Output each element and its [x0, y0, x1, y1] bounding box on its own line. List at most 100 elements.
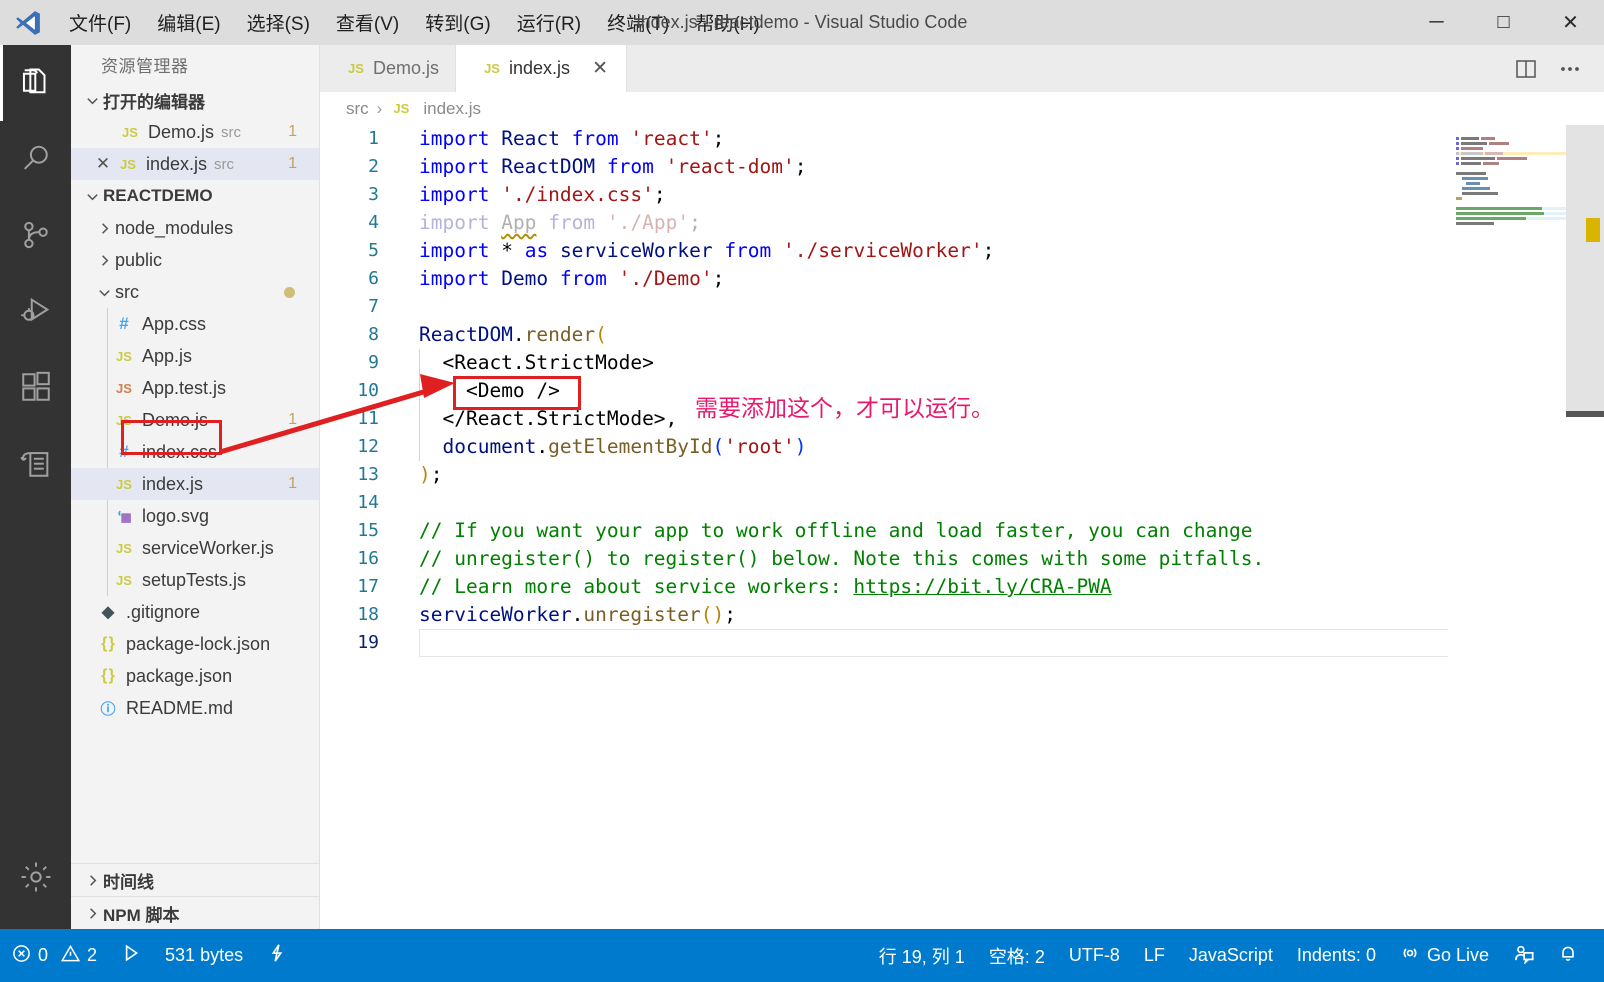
manage-settings-gear-icon[interactable] [0, 839, 71, 915]
tree-item-app-css[interactable]: # App.css [71, 308, 319, 340]
line-text[interactable] [395, 293, 431, 321]
menu-bar[interactable]: 文件(F) 编辑(E) 选择(S) 查看(V) 转到(G) 运行(R) 终端(T… [56, 0, 773, 45]
status-run-button[interactable] [109, 929, 153, 982]
line-text[interactable]: serviceWorker.unregister(); [395, 601, 736, 629]
close-button[interactable]: ✕ [1537, 0, 1604, 45]
code-editor[interactable]: 1 import React from 'react'; 2 import Reac… [320, 125, 1604, 929]
tree-item-gitignore[interactable]: ◆ .gitignore [71, 596, 319, 628]
more-actions-icon[interactable] [1550, 49, 1590, 89]
line-text[interactable]: import ReactDOM from 'react-dom'; [395, 153, 806, 181]
status-encoding[interactable]: UTF-8 [1057, 929, 1132, 982]
tree-item-index-js[interactable]: JS index.js 1 [71, 468, 319, 500]
tree-item-node-modules[interactable]: node_modules [71, 212, 319, 244]
maximize-button[interactable]: □ [1470, 0, 1537, 45]
run-and-debug-icon[interactable] [0, 273, 71, 349]
line-text[interactable]: <React.StrictMode> [395, 349, 654, 377]
line-text[interactable]: // unregister() to register() below. Not… [395, 545, 1264, 573]
window-controls[interactable]: ─ □ ✕ [1403, 0, 1604, 45]
open-editor-index-js[interactable]: ✕ JS index.js src 1 [71, 148, 319, 180]
menu-terminal[interactable]: 终端(T) [594, 0, 682, 45]
scrollbar-thumb[interactable] [1566, 125, 1604, 415]
tree-item-app-js[interactable]: JS App.js [71, 340, 319, 372]
close-icon[interactable]: ✕ [590, 57, 610, 80]
tree-item-app-test-js[interactable]: JS App.test.js [71, 372, 319, 404]
minimize-button[interactable]: ─ [1403, 0, 1470, 45]
menu-go[interactable]: 转到(G) [412, 0, 503, 45]
line-text[interactable]: import * as serviceWorker from './servic… [395, 237, 994, 265]
menu-selection[interactable]: 选择(S) [234, 0, 323, 45]
line-text[interactable]: ReactDOM.render( [395, 321, 607, 349]
line-text[interactable]: import Demo from './Demo'; [395, 265, 724, 293]
tree-item-logo-svg[interactable]: logo.svg [71, 500, 319, 532]
remote-explorer-icon[interactable] [0, 425, 71, 501]
status-feedback[interactable] [1501, 929, 1546, 982]
menu-help[interactable]: 帮助(H) [682, 0, 772, 45]
tree-item-src[interactable]: src [71, 276, 319, 308]
code-line: 5 import * as serviceWorker from './servi… [320, 237, 1604, 265]
line-number: 15 [357, 520, 379, 541]
menu-run[interactable]: 运行(R) [504, 0, 594, 45]
line-text[interactable]: <Demo /> [395, 377, 560, 405]
line-text[interactable]: // Learn more about service workers: htt… [395, 573, 1112, 601]
line-text[interactable]: document.getElementById('root') [395, 433, 806, 461]
tree-item-readme-md[interactable]: ⓘ README.md [71, 692, 319, 724]
line-text[interactable]: import React from 'react'; [395, 125, 724, 153]
line-text-unused[interactable]: import App from './App'; [395, 209, 701, 237]
status-eol[interactable]: LF [1132, 929, 1177, 982]
breadcrumb-folder[interactable]: src [346, 99, 369, 119]
menu-edit[interactable]: 编辑(E) [144, 0, 233, 45]
status-cursor-position[interactable]: 行 19, 列 1 [867, 929, 977, 982]
tree-item-serviceworker-js[interactable]: JS serviceWorker.js [71, 532, 319, 564]
status-lightning[interactable] [255, 929, 299, 982]
sidebar-section-open-editors[interactable]: 打开的编辑器 [71, 84, 319, 116]
tree-item-public[interactable]: public [71, 244, 319, 276]
minimap[interactable] [1448, 125, 1566, 929]
line-text[interactable]: </React.StrictMode>, [395, 405, 677, 433]
breadcrumb[interactable]: src › JS index.js [320, 92, 1604, 125]
activity-bar [0, 45, 71, 929]
comment-link[interactable]: https://bit.ly/CRA-PWA [853, 575, 1111, 598]
status-language-mode[interactable]: JavaScript [1177, 929, 1285, 982]
line-text[interactable]: // If you want your app to work offline … [395, 517, 1253, 545]
tree-item-setuptests-js[interactable]: JS setupTests.js [71, 564, 319, 596]
line-number: 8 [368, 324, 379, 345]
split-editor-icon[interactable] [1506, 49, 1546, 89]
sidebar-section-reactdemo[interactable]: REACTDEMO [71, 180, 319, 212]
status-problems[interactable]: 0 2 [0, 929, 109, 982]
tab-index-js[interactable]: JS index.js ✕ [456, 45, 628, 92]
editor-scrollbar[interactable] [1566, 125, 1604, 929]
code-line: 8 ReactDOM.render( [320, 321, 1604, 349]
tree-item-index-css[interactable]: # index.css [71, 436, 319, 468]
line-text[interactable]: import './index.css'; [395, 181, 666, 209]
tree-item-package-json[interactable]: { } package.json [71, 660, 319, 692]
tree-item-package-lock-json[interactable]: { } package-lock.json [71, 628, 319, 660]
json-file-icon: { } [101, 635, 115, 652]
extensions-icon[interactable] [0, 349, 71, 425]
open-editor-demo-js[interactable]: JS Demo.js src 1 [71, 116, 319, 148]
tree-item-label: App.js [142, 345, 193, 366]
status-indents[interactable]: Indents: 0 [1285, 929, 1388, 982]
line-text[interactable]: ); [395, 461, 443, 489]
menu-view[interactable]: 查看(V) [323, 0, 412, 45]
code-line: 4 import App from './App'; [320, 209, 1604, 237]
search-icon[interactable] [0, 121, 71, 197]
status-notifications[interactable] [1546, 929, 1590, 982]
tree-item-demo-js[interactable]: JS Demo.js 1 [71, 404, 319, 436]
sidebar-section-npm-scripts[interactable]: NPM 脚本 [71, 896, 319, 929]
modified-indicator-icon [284, 286, 295, 298]
menu-file[interactable]: 文件(F) [56, 0, 144, 45]
breadcrumb-file[interactable]: index.js [423, 99, 481, 119]
status-go-live[interactable]: Go Live [1388, 929, 1501, 982]
line-text[interactable] [395, 489, 431, 517]
tab-demo-js[interactable]: JS Demo.js [320, 45, 457, 92]
status-indentation[interactable]: 空格: 2 [977, 929, 1057, 982]
close-icon[interactable]: ✕ [91, 154, 115, 174]
tree-item-label: .gitignore [126, 601, 201, 622]
explorer-sidebar: 资源管理器 打开的编辑器 JS Demo.js src 1 ✕ JS index… [71, 45, 320, 929]
status-file-size[interactable]: 531 bytes [153, 929, 255, 982]
line-number: 11 [357, 408, 379, 429]
sidebar-section-timeline[interactable]: 时间线 [71, 863, 319, 896]
explorer-icon[interactable] [0, 45, 71, 121]
js-file-icon: JS [122, 124, 138, 140]
source-control-icon[interactable] [0, 197, 71, 273]
